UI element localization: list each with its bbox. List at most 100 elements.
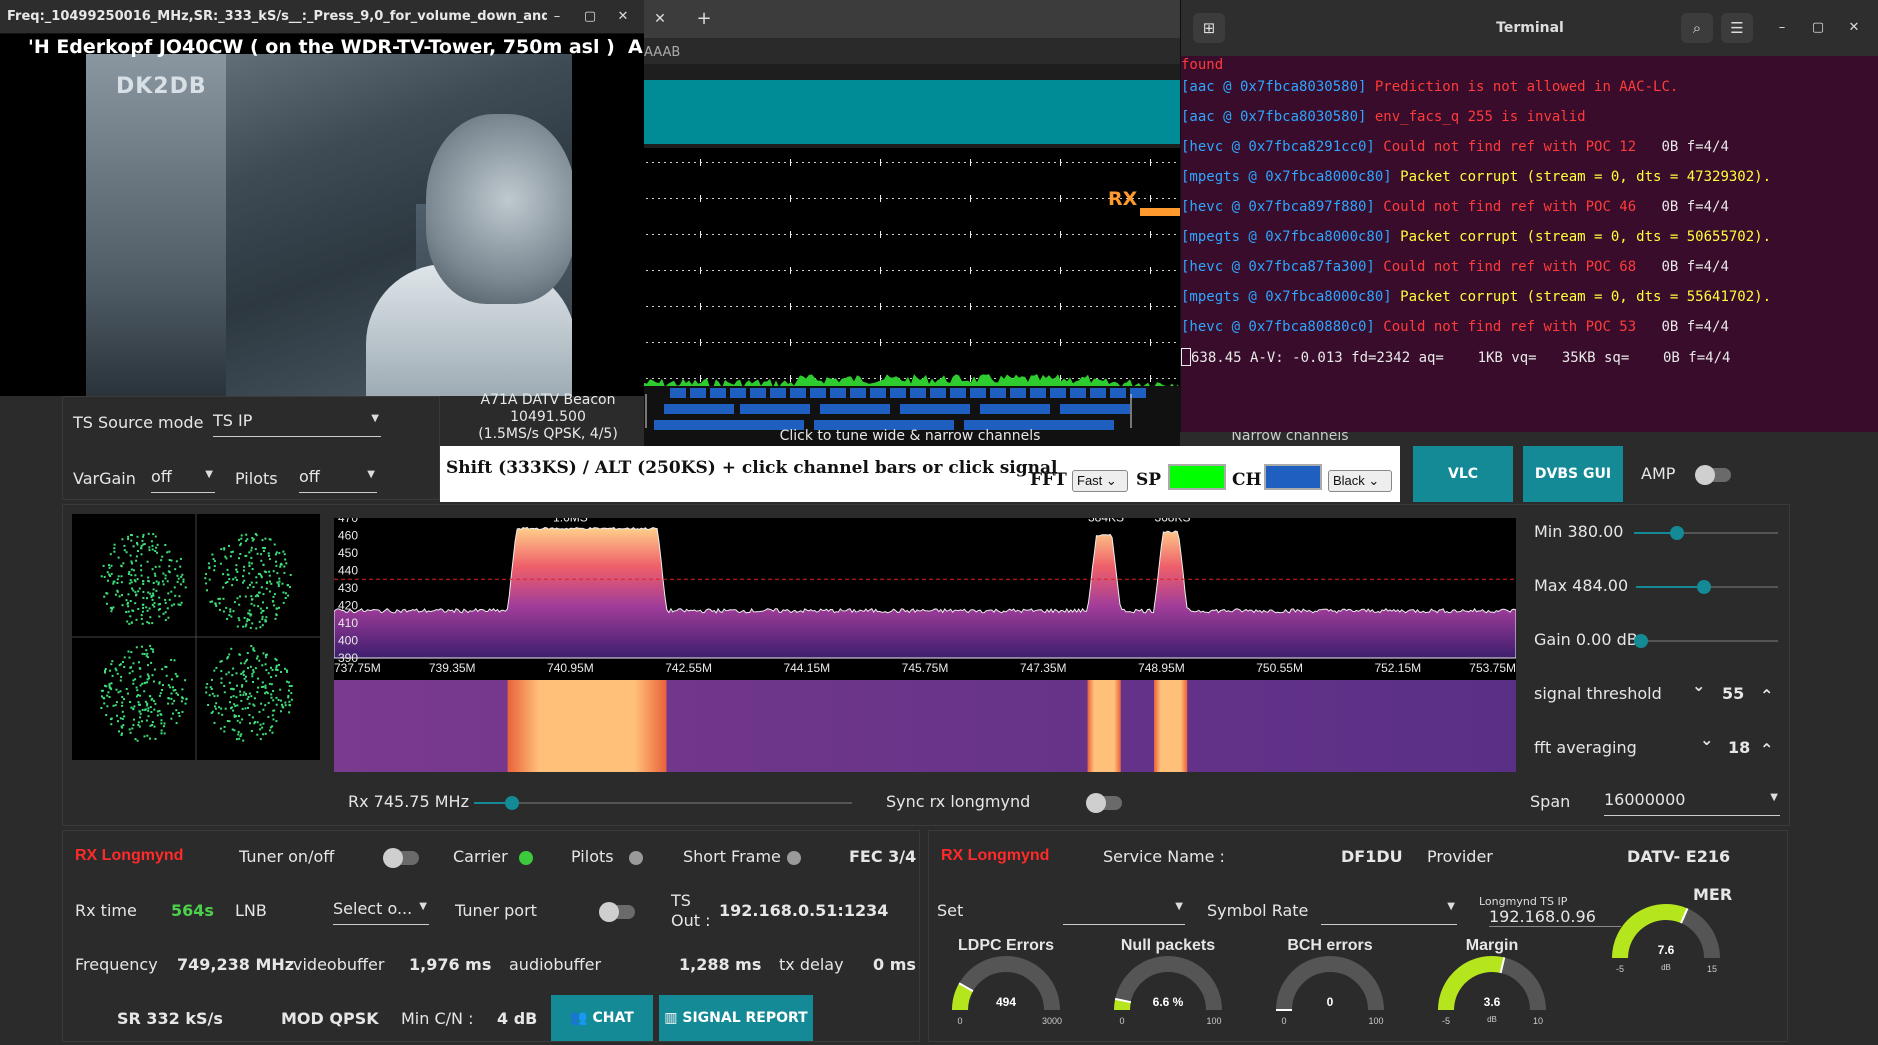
minimize-button[interactable]: – bbox=[546, 6, 568, 28]
waterfall[interactable] bbox=[334, 680, 1516, 772]
grid-tick bbox=[790, 231, 791, 238]
grid-dot bbox=[1096, 198, 1098, 199]
constellation-point bbox=[138, 710, 141, 713]
slider-handle[interactable] bbox=[1670, 526, 1685, 540]
fft-select[interactable]: Fast ⌄ bbox=[1072, 470, 1128, 492]
constellation-point bbox=[137, 550, 139, 552]
grid-tick bbox=[700, 303, 701, 310]
constellation-point bbox=[139, 694, 142, 697]
grid-dot bbox=[934, 234, 936, 235]
rx-frequency-slider[interactable] bbox=[474, 796, 852, 810]
min-slider[interactable] bbox=[1634, 526, 1778, 540]
background-select[interactable]: Black ⌄ bbox=[1328, 470, 1392, 492]
sync-rx-toggle[interactable] bbox=[1086, 793, 1122, 813]
constellation-point bbox=[271, 725, 274, 728]
vlc-button[interactable]: VLC bbox=[1413, 446, 1513, 502]
constellation-point bbox=[260, 576, 263, 579]
grid-dot bbox=[724, 270, 726, 271]
set-select[interactable]: ▼ bbox=[1063, 899, 1185, 925]
terminal-titlebar[interactable]: ⊞ Terminal ⌕ ☰ – ▢ ✕ bbox=[1181, 0, 1878, 56]
grid-dot bbox=[868, 162, 870, 163]
constellation-point bbox=[261, 609, 264, 612]
signal-report-button[interactable]: ▥ SIGNAL REPORT bbox=[659, 995, 813, 1041]
maximize-button[interactable]: ▢ bbox=[1807, 17, 1829, 39]
tuner-toggle[interactable] bbox=[383, 848, 419, 868]
max-slider[interactable] bbox=[1636, 580, 1778, 594]
close-button[interactable]: ✕ bbox=[612, 6, 634, 28]
fft-avg-increase-icon[interactable]: ⌃ bbox=[1760, 740, 1773, 759]
ts-source-select[interactable]: TS IP ▼ bbox=[213, 411, 381, 437]
maximize-button[interactable]: ▢ bbox=[579, 6, 601, 28]
grid-dot bbox=[808, 342, 810, 343]
amp-toggle[interactable] bbox=[1695, 465, 1731, 485]
grid-dot bbox=[1174, 306, 1176, 307]
slider-handle[interactable] bbox=[504, 796, 519, 810]
constellation-point bbox=[253, 649, 256, 652]
ch-color-swatch[interactable] bbox=[1264, 464, 1322, 490]
video-window-titlebar[interactable]: Freq:_10499250016_MHz,SR:_333_kS/s__:_Pr… bbox=[0, 0, 644, 34]
constellation-point bbox=[236, 704, 239, 707]
constellation-point bbox=[288, 700, 291, 703]
span-select[interactable]: 16000000 ▼ bbox=[1604, 790, 1780, 816]
constellation-point bbox=[256, 594, 259, 596]
grid-dot bbox=[898, 234, 900, 235]
beacon-panel[interactable]: AAAB RX bbox=[644, 38, 1180, 398]
grid-dot bbox=[886, 270, 888, 271]
constellation-point bbox=[274, 657, 277, 660]
terminal-window[interactable]: ⊞ Terminal ⌕ ☰ – ▢ ✕ found [aac @ 0x7fbca… bbox=[1180, 0, 1878, 432]
dvbs-gui-button[interactable]: DVBS GUI bbox=[1523, 446, 1623, 502]
minimize-button[interactable]: – bbox=[1771, 17, 1793, 39]
constellation-point bbox=[213, 695, 216, 698]
chat-button[interactable]: 👥 CHAT bbox=[551, 995, 653, 1041]
constellation-point bbox=[151, 603, 154, 606]
constellation-point bbox=[140, 617, 143, 620]
spectrum-svg[interactable]: 470460450440430420410400390737.75M 739.35… bbox=[334, 518, 1516, 680]
constellation-point bbox=[240, 733, 243, 736]
grid-dot bbox=[826, 306, 828, 307]
sp-color-swatch[interactable] bbox=[1168, 464, 1226, 490]
tuner-port-toggle[interactable] bbox=[599, 902, 635, 922]
new-tab-button[interactable]: + bbox=[688, 4, 720, 34]
gain-slider[interactable] bbox=[1634, 634, 1778, 648]
sp-label: SP bbox=[1136, 470, 1162, 490]
menu-icon[interactable]: ☰ bbox=[1721, 13, 1753, 43]
constellation-point bbox=[275, 551, 278, 554]
grid-dot bbox=[910, 234, 912, 235]
slider-handle[interactable] bbox=[1634, 634, 1648, 648]
constellation-point bbox=[259, 728, 262, 731]
lnb-select[interactable]: Select o... ▼ bbox=[333, 899, 429, 925]
constellation-point bbox=[141, 708, 144, 711]
constellation-point bbox=[179, 557, 182, 560]
constellation-point bbox=[265, 691, 268, 694]
threshold-decrease-icon[interactable]: ⌄ bbox=[1692, 676, 1705, 695]
close-tab-button[interactable]: ✕ bbox=[644, 4, 676, 34]
constellation-point bbox=[135, 555, 138, 558]
ts-ip-input[interactable]: 192.168.0.96 bbox=[1489, 907, 1621, 927]
grid-dot bbox=[676, 234, 678, 235]
constellation-point bbox=[244, 625, 247, 628]
ts-source-value: TS IP bbox=[213, 411, 253, 430]
grid-dot bbox=[706, 270, 708, 271]
constellation-point bbox=[114, 704, 117, 707]
grid-dot bbox=[784, 306, 786, 307]
vargain-select[interactable]: off ▼ bbox=[151, 467, 215, 493]
threshold-increase-icon[interactable]: ⌃ bbox=[1760, 686, 1773, 705]
constellation-point bbox=[134, 738, 137, 741]
video-view[interactable]: DK2DB 'H Ederkopf JO40CW ( on the WDR-TV… bbox=[0, 34, 644, 396]
constellation-point bbox=[265, 654, 267, 656]
grid-dot bbox=[820, 342, 822, 343]
search-icon[interactable]: ⌕ bbox=[1681, 13, 1713, 43]
constellation-point bbox=[245, 693, 247, 696]
close-button[interactable]: ✕ bbox=[1843, 17, 1865, 39]
grid-dot bbox=[682, 270, 684, 271]
fft-avg-decrease-icon[interactable]: ⌄ bbox=[1700, 730, 1713, 749]
slider-handle[interactable] bbox=[1697, 580, 1712, 594]
pilots-select[interactable]: off ▼ bbox=[299, 467, 377, 493]
constellation-point bbox=[159, 692, 162, 695]
grid-dot bbox=[946, 162, 948, 163]
constellation-point bbox=[168, 550, 171, 553]
constellation-point bbox=[178, 595, 181, 598]
symbol-rate-select[interactable]: ▼ bbox=[1321, 899, 1457, 925]
constellation-point bbox=[142, 590, 145, 593]
grid-dot bbox=[1066, 306, 1068, 307]
